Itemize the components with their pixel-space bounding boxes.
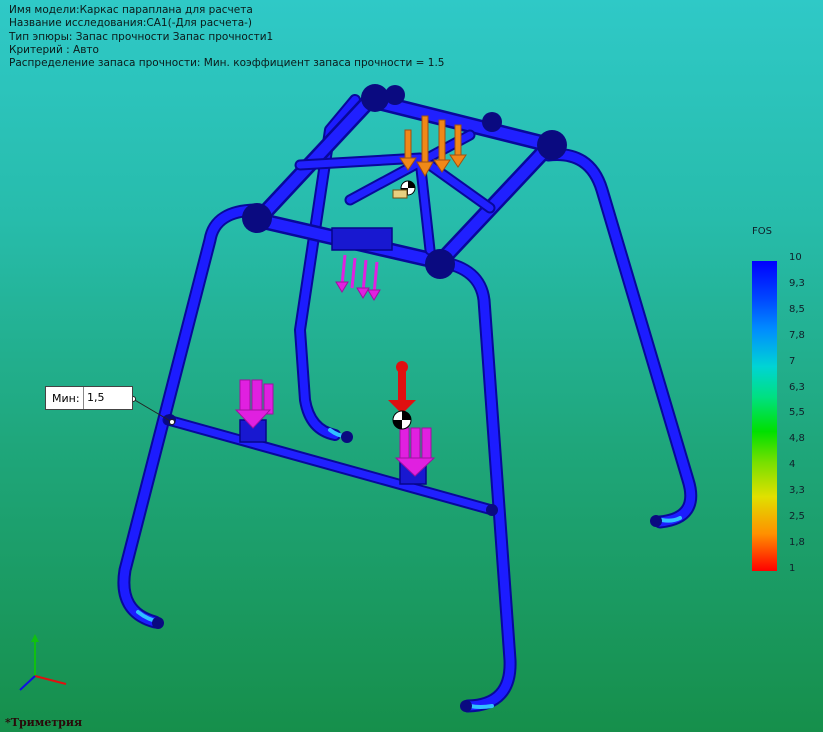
legend-tick: 4,8 [789, 433, 805, 445]
min-location-dot [169, 419, 175, 425]
legend-tick: 7 [789, 355, 796, 367]
axis-triad-icon[interactable] [19, 634, 67, 691]
front-leg-left [117, 203, 265, 629]
min-value: 1,5 [83, 387, 132, 409]
legend-tick: 5,5 [789, 407, 805, 419]
legend-tick: 4 [789, 459, 796, 471]
legend-tick: 3,3 [789, 485, 805, 497]
front-leg-right [433, 255, 517, 713]
view-orientation-label: *Триметрия [5, 716, 83, 729]
fos-color-scale [752, 261, 777, 571]
legend-title: FOS [752, 226, 772, 237]
legend-tick: 10 [789, 252, 802, 263]
legend-tick: 1,8 [789, 536, 805, 548]
legend-tick: 6,3 [789, 381, 805, 393]
frame-joints [152, 84, 662, 712]
gravity-marker [388, 180, 416, 430]
legend-tick: 1 [789, 562, 796, 574]
legend-tick: 8,5 [789, 303, 805, 315]
legend-tick: 7,8 [789, 329, 805, 341]
rear-leg-right [541, 147, 698, 529]
min-annotation[interactable]: Мин: 1,5 [45, 386, 133, 410]
min-label: Мин: [52, 392, 80, 405]
model-viewport[interactable] [0, 0, 823, 732]
legend-tick: 2,5 [789, 511, 805, 522]
top-frame [250, 92, 558, 270]
legend-tick: 9,3 [789, 277, 805, 289]
